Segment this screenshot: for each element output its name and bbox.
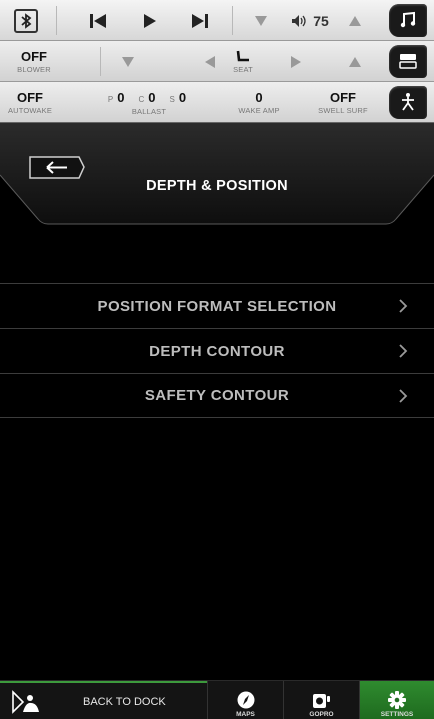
seat-back-button[interactable] [198, 41, 222, 82]
volume-display: 75 [282, 0, 338, 41]
ballast-starboard-label: S [169, 94, 175, 104]
wake-surfer-button[interactable] [382, 82, 434, 123]
media-bar: 75 [0, 0, 434, 41]
swell-surf-label: SWELL SURF [318, 105, 368, 115]
bottom-nav: BACK TO DOCK MAPS GOPRO SETTINGS [0, 680, 434, 719]
menu-item-safety-contour[interactable]: SAFETY CONTOUR [0, 373, 434, 418]
chevron-right-icon [399, 299, 408, 313]
chevron-right-icon [399, 389, 408, 403]
skip-previous-icon [90, 13, 106, 28]
ballast-starboard-value: 0 [178, 89, 187, 105]
chevron-down-icon [122, 56, 134, 67]
play-button[interactable] [132, 0, 168, 41]
seat-icon [236, 50, 249, 61]
back-to-dock-button[interactable]: BACK TO DOCK [0, 681, 207, 719]
music-button[interactable] [382, 0, 434, 41]
panel-toggle-icon [399, 54, 417, 69]
tab-gopro[interactable]: GOPRO [283, 681, 359, 719]
seat-indicator: SEAT [222, 41, 264, 82]
skip-next-button[interactable] [182, 0, 218, 41]
ballast-port-label: P [107, 94, 114, 104]
gear-icon [388, 691, 406, 709]
tab-label: SETTINGS [380, 711, 414, 718]
chevron-right-icon [399, 344, 408, 358]
play-icon [144, 13, 156, 28]
volume-down-button[interactable] [246, 0, 276, 41]
menu-item-label: POSITION FORMAT SELECTION [97, 297, 337, 315]
seat-forward-button[interactable] [284, 41, 308, 82]
back-button[interactable] [27, 154, 87, 181]
chevron-left-icon [205, 55, 215, 68]
seat-down-button[interactable] [114, 41, 142, 82]
tab-label: MAPS [236, 711, 255, 718]
volume-up-icon [349, 15, 361, 26]
menu-item-position-format-selection[interactable]: POSITION FORMAT SELECTION [0, 283, 434, 328]
swell-surf-value: OFF [330, 89, 356, 105]
menu-item-label: DEPTH CONTOUR [149, 342, 285, 360]
blower-value: OFF [21, 48, 47, 64]
blower-toggle[interactable]: OFF BLOWER [0, 41, 68, 82]
menu-item-depth-contour[interactable]: DEPTH CONTOUR [0, 328, 434, 373]
skip-previous-button[interactable] [80, 0, 116, 41]
ballast-center-value: 0 [148, 89, 156, 105]
settings-menu: POSITION FORMAT SELECTION DEPTH CONTOUR … [0, 283, 434, 418]
volume-level: 75 [313, 12, 329, 29]
seat-up-button[interactable] [340, 41, 370, 82]
autowake-label: AUTOWAKE [7, 105, 53, 115]
tab-settings[interactable]: SETTINGS [359, 681, 434, 719]
bluetooth-button[interactable] [0, 0, 52, 41]
tab-maps[interactable]: MAPS [207, 681, 283, 719]
back-to-dock-label: BACK TO DOCK [83, 696, 166, 708]
skip-next-icon [192, 13, 208, 28]
menu-item-label: SAFETY CONTOUR [144, 387, 290, 404]
wake-surfer-icon [402, 93, 414, 111]
status-bar: OFF AUTOWAKE P 0 C 0 S 0 BALLAST 0 WAKE … [0, 82, 434, 123]
chevron-up-icon [349, 56, 361, 67]
compass-icon [237, 691, 254, 709]
wake-amp-label: WAKE AMP [238, 105, 280, 115]
wake-amp-value: 0 [255, 89, 263, 105]
ballast-status[interactable]: P 0 C 0 S 0 BALLAST [84, 82, 214, 123]
volume-up-button[interactable] [340, 0, 370, 41]
ballast-label: BALLAST [131, 106, 167, 116]
ballast-port-value: 0 [117, 89, 125, 105]
chevron-right-icon [291, 55, 301, 68]
autowake-toggle[interactable]: OFF AUTOWAKE [0, 82, 60, 123]
music-note-icon [400, 11, 416, 28]
tab-label: GOPRO [309, 711, 334, 718]
panel-toggle-button[interactable] [382, 41, 434, 82]
wake-amp-status[interactable]: 0 WAKE AMP [226, 82, 292, 123]
bluetooth-icon [14, 8, 38, 33]
back-arrow-icon [29, 156, 85, 179]
dock-icon [12, 690, 39, 714]
swell-surf-toggle[interactable]: OFF SWELL SURF [310, 82, 376, 123]
control-bar: OFF BLOWER SEAT [0, 41, 434, 82]
autowake-value: OFF [17, 89, 43, 105]
seat-label: SEAT [233, 64, 253, 74]
volume-down-icon [255, 15, 267, 26]
camera-icon [312, 694, 330, 708]
page-title: DEPTH & POSITION [146, 178, 288, 194]
blower-label: BLOWER [17, 64, 51, 74]
ballast-center-label: C [138, 94, 145, 104]
speaker-icon [292, 14, 306, 27]
